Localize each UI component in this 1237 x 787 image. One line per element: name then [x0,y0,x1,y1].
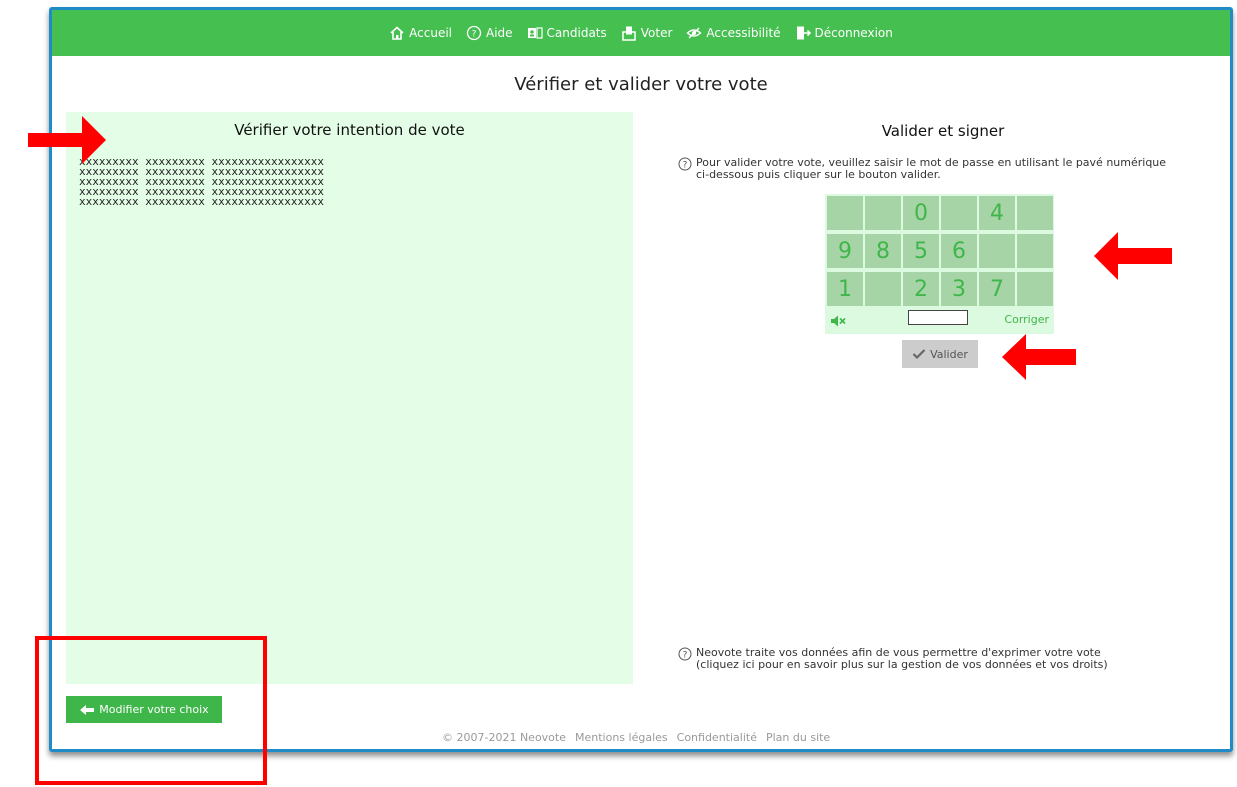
keypad-key[interactable]: 6 [941,234,977,268]
correct-button[interactable]: Corriger [1004,313,1049,326]
nav-accessibilite[interactable]: Accessibilité [686,25,781,41]
footer-privacy-link[interactable]: Confidentialité [677,731,757,744]
mute-audio-icon[interactable] [830,314,846,328]
nav-accueil[interactable]: Accueil [389,25,452,41]
nav-deconnexion-label: Déconnexion [814,26,893,40]
svg-text:?: ? [683,651,688,661]
keypad-key[interactable] [1017,196,1053,230]
keypad-key[interactable]: 4 [979,196,1015,230]
nav-deconnexion[interactable]: Déconnexion [795,25,893,41]
keypad-key[interactable] [865,272,901,306]
keypad-key[interactable] [979,234,1015,268]
validation-instructions: ? Pour valider votre vote, veuillez sais… [678,157,1208,181]
help-icon: ? [678,157,692,171]
accessibility-icon [686,27,702,39]
help-icon: ? [678,647,692,661]
validate-button[interactable]: Valider [902,340,978,368]
keypad-key[interactable]: 3 [941,272,977,306]
svg-text:?: ? [472,30,477,40]
footer-sitemap-link[interactable]: Plan du site [766,731,830,744]
privacy-notice[interactable]: ? Neovote traite vos données afin de vou… [678,647,1208,671]
keypad-key[interactable]: 8 [865,234,901,268]
vote-intention-content: xxxxxxxxx xxxxxxxxx xxxxxxxxxxxxxxxxx xx… [66,156,633,208]
validate-sign-title: Valider et signer [881,122,1005,140]
nav-accessibilite-label: Accessibilité [706,26,781,40]
keypad-key[interactable]: 5 [903,234,939,268]
keypad-key[interactable]: 9 [827,234,863,268]
arrow-left-icon [80,704,95,715]
help-icon: ? [466,25,482,41]
keypad-key[interactable]: 0 [903,196,939,230]
check-icon [912,349,926,360]
keypad-key[interactable] [1017,234,1053,268]
modify-choice-label: Modifier votre choix [99,703,209,716]
nav-candidats-label: Candidats [546,26,607,40]
page-title: Vérifier et valider votre vote [514,74,768,95]
home-icon [390,26,404,40]
instruction-line: ci-dessous puis cliquer sur le bouton va… [696,168,941,181]
keypad-key[interactable] [941,196,977,230]
logout-icon [796,26,811,40]
privacy-line: (cliquez ici pour en savoir plus sur la … [696,658,1108,671]
nav-voter[interactable]: Voter [621,25,673,41]
keypad-key[interactable] [827,196,863,230]
nav-aide[interactable]: ? Aide [466,25,513,41]
svg-text:?: ? [683,161,688,171]
nav-aide-label: Aide [486,26,513,40]
footer: © 2007-2021 Neovote Mentions légales Con… [442,731,830,744]
footer-copyright: © 2007-2021 Neovote [442,731,566,744]
top-navigation: Accueil ? Aide Candidats Voter Accessibi… [52,10,1230,56]
numeric-keypad: 0 4 9 8 5 6 1 2 3 7 Corriger [825,194,1054,334]
keypad-key[interactable]: 1 [827,272,863,306]
password-field[interactable] [908,310,968,325]
keypad-key[interactable] [1017,272,1053,306]
nav-accueil-label: Accueil [409,26,452,40]
nav-voter-label: Voter [640,26,673,40]
validate-button-label: Valider [930,347,968,361]
vote-icon [622,26,636,41]
vote-intention-title: Vérifier votre intention de vote [234,121,465,139]
keypad-key[interactable] [865,196,901,230]
nav-candidats[interactable]: Candidats [527,25,607,41]
keypad-key[interactable]: 7 [979,272,1015,306]
vote-intention-line: xxxxxxxxx xxxxxxxxx xxxxxxxxxxxxxxxxx [79,195,325,208]
candidates-icon [527,27,543,39]
vote-intention-panel: Vérifier votre intention de vote xxxxxxx… [66,112,633,684]
keypad-key[interactable]: 2 [903,272,939,306]
app-window: Accueil ? Aide Candidats Voter Accessibi… [49,7,1233,752]
modify-choice-button[interactable]: Modifier votre choix [66,696,222,723]
footer-legal-link[interactable]: Mentions légales [575,731,668,744]
